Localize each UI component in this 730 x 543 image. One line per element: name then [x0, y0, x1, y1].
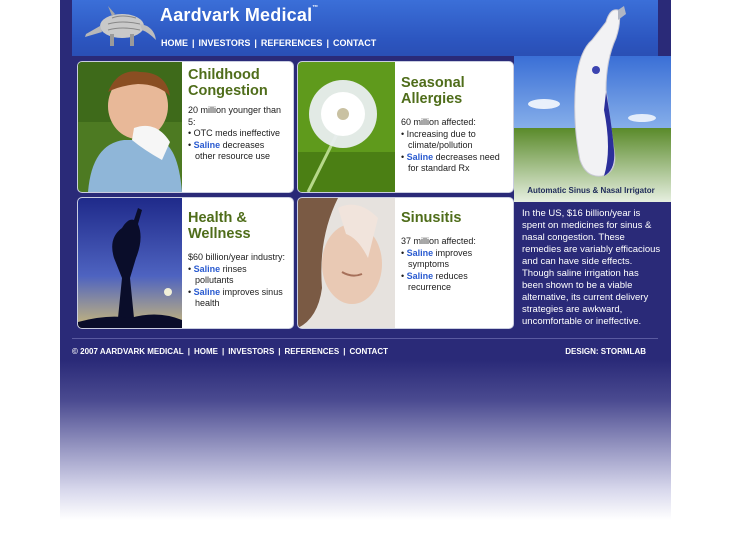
- card-title: Seasonal Allergies: [401, 75, 465, 107]
- card-bullet: Saline improves symptoms: [401, 248, 507, 271]
- brand-title: Aardvark Medical™: [160, 5, 319, 25]
- card-bullet: Increasing due to climate/pollution: [401, 129, 507, 152]
- card-sinusitis[interactable]: Sinusitis 37 million affected: Saline im…: [298, 198, 513, 328]
- card-childhood-congestion[interactable]: Childhood Congestion 20 million younger t…: [78, 62, 293, 192]
- page: Aardvark Medical™ HOME | INVESTORS | REFEREN…: [60, 0, 671, 543]
- card-title: Sinusitis: [401, 210, 462, 226]
- irrigator-image: [514, 6, 671, 202]
- nav-investors[interactable]: INVESTORS: [199, 38, 251, 48]
- footer: © 2007 AARDVARK MEDICAL | HOME | INVESTORS | R…: [72, 338, 658, 356]
- footer-nav-references[interactable]: REFERENCES: [285, 347, 340, 356]
- aardvark-logo-icon: [85, 6, 156, 46]
- woman-sinus-pain-image: [298, 198, 395, 328]
- copyright: © 2007 AARDVARK MEDICAL: [72, 347, 184, 356]
- card-health-wellness[interactable]: Health & Wellness $60 billion/year indus…: [78, 198, 293, 328]
- nav-references[interactable]: REFERENCES: [261, 38, 323, 48]
- card-intro: 37 million affected:: [401, 236, 476, 246]
- card-bullet: Saline improves sinus health: [188, 287, 287, 310]
- card-title: Childhood Congestion: [188, 67, 268, 99]
- card-title: Health & Wellness: [188, 210, 251, 242]
- yoga-silhouette-image: [78, 198, 182, 328]
- device-caption: Automatic Sinus & Nasal Irrigator: [527, 186, 655, 195]
- nav-home[interactable]: HOME: [161, 38, 188, 48]
- info-paragraph: In the US, $16 billion/year is spent on …: [522, 208, 661, 327]
- dandelion-image: [298, 62, 395, 192]
- footer-nav-contact[interactable]: CONTACT: [349, 347, 388, 356]
- device-panel: [514, 0, 671, 202]
- nav-contact[interactable]: CONTACT: [333, 38, 376, 48]
- card-bullet: Saline decreases need for standard Rx: [401, 152, 507, 175]
- card-intro: $60 billion/year industry:: [188, 252, 286, 262]
- card-bullet: Saline decreases other resource use: [188, 140, 287, 163]
- top-nav: HOME | INVESTORS | REFERENCES | CONTACT: [161, 38, 377, 48]
- card-intro: 20 million younger than 5:: [188, 105, 282, 127]
- card-intro: 60 million affected:: [401, 117, 476, 127]
- child-sneezing-image: [78, 62, 182, 192]
- card-seasonal-allergies[interactable]: Seasonal Allergies 60 million affected: …: [298, 62, 513, 192]
- footer-nav-investors[interactable]: INVESTORS: [228, 347, 274, 356]
- card-bullet: Saline reduces recurrence: [401, 271, 507, 294]
- card-bullet: OTC meds ineffective: [188, 128, 287, 140]
- design-credit-link[interactable]: DESIGN: STORMLAB: [565, 347, 646, 356]
- footer-nav-home[interactable]: HOME: [194, 347, 218, 356]
- card-bullet: Saline rinses pollutants: [188, 264, 287, 287]
